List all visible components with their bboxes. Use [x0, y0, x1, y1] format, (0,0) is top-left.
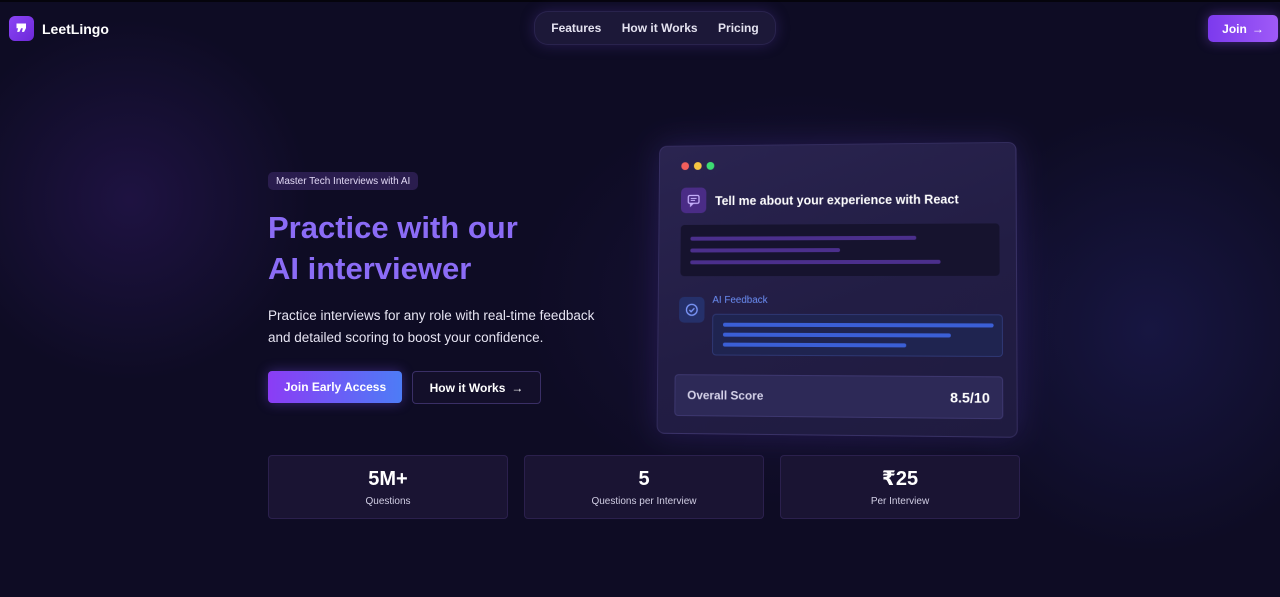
- stat-label: Questions per Interview: [591, 496, 697, 507]
- nav-pricing[interactable]: Pricing: [718, 21, 759, 35]
- hero-title-line1: Practice with our: [268, 210, 518, 245]
- feedback-placeholder: [712, 313, 1004, 358]
- answer-placeholder: [680, 223, 1000, 277]
- nav-features[interactable]: Features: [551, 21, 601, 35]
- stat-questions: 5M+ Questions: [268, 455, 508, 519]
- logo-text: LeetLingo: [42, 20, 109, 37]
- logo[interactable]: ❞ LeetLingo: [9, 16, 109, 44]
- hero-badge: Master Tech Interviews with AI: [268, 172, 419, 190]
- top-border: [0, 0, 1280, 2]
- hero-title: Practice with our AI interviewer: [268, 207, 628, 289]
- hero-subtitle: Practice interviews for any role with re…: [268, 305, 638, 349]
- join-button[interactable]: Join →: [1208, 15, 1278, 42]
- nav-how-it-works[interactable]: How it Works: [622, 21, 698, 35]
- stat-value: ₹25: [881, 468, 919, 490]
- hero-subtitle-line2: and detailed scoring to boost your confi…: [268, 330, 544, 345]
- answer-line: [690, 259, 941, 265]
- chat-icon: [680, 187, 707, 214]
- window-minimize-dot: [693, 162, 702, 170]
- answer-line: [690, 235, 917, 241]
- check-circle-icon: [679, 296, 705, 323]
- overall-score-label: Overall Score: [687, 388, 764, 403]
- interview-question: Tell me about your experience with React: [715, 192, 959, 209]
- hero-subtitle-line1: Practice interviews for any role with re…: [268, 308, 595, 323]
- feedback-line: [722, 332, 951, 338]
- nav-bar: Features How it Works Pricing: [534, 11, 776, 45]
- join-early-access-button[interactable]: Join Early Access: [268, 371, 402, 403]
- stat-value: 5M+: [368, 468, 408, 490]
- ai-feedback-label: AI Feedback: [712, 294, 768, 306]
- join-button-label: Join: [1222, 21, 1247, 36]
- how-it-works-label: How it Works: [429, 380, 506, 395]
- arrow-right-icon: →: [1251, 21, 1264, 36]
- feedback-line: [722, 342, 907, 348]
- hero-title-line2: AI interviewer: [268, 251, 472, 286]
- how-it-works-button[interactable]: How it Works →: [412, 371, 541, 404]
- answer-line: [690, 248, 841, 253]
- stat-value: 5: [638, 468, 650, 490]
- stat-label: Questions: [365, 496, 411, 507]
- arrow-right-icon: →: [511, 380, 524, 395]
- interview-preview-card: Tell me about your experience with React…: [656, 141, 1018, 438]
- window-close-dot: [681, 162, 690, 171]
- quote-icon: ❞: [9, 16, 34, 44]
- window-maximize-dot: [706, 161, 715, 170]
- stat-per-interview: ₹25 Per Interview: [780, 455, 1020, 519]
- overall-score: Overall Score 8.5/10: [674, 374, 1004, 420]
- stat-questions-per-interview: 5 Questions per Interview: [524, 455, 764, 519]
- overall-score-value: 8.5/10: [950, 389, 990, 406]
- feedback-line: [722, 322, 994, 328]
- stat-label: Per Interview: [870, 496, 930, 507]
